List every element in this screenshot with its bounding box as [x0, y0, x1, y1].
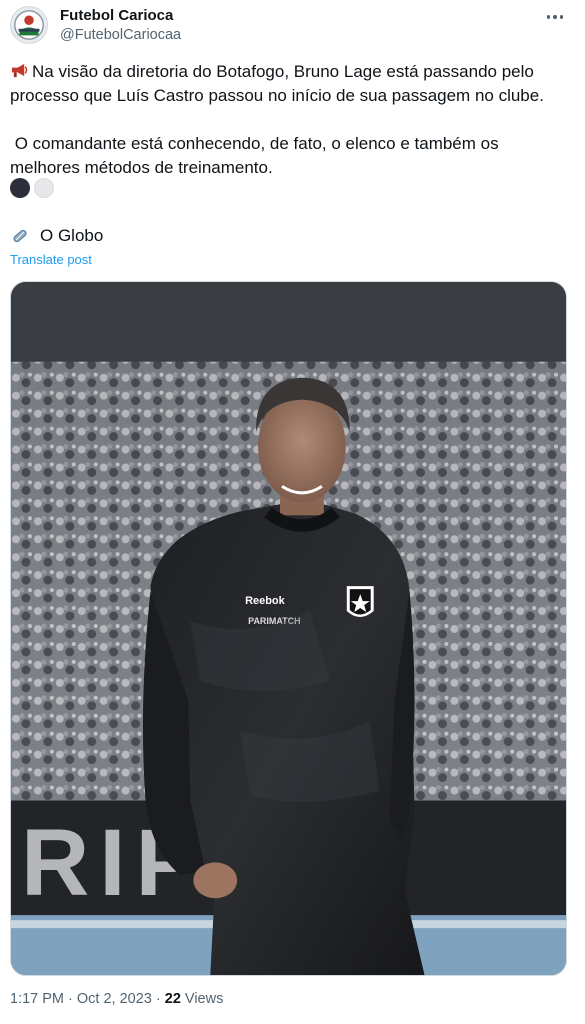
photo-image: RIPON Reebok PARIMATCH: [11, 282, 566, 975]
more-options-button[interactable]: [543, 8, 567, 26]
author-handle[interactable]: @FutebolCariocaa: [60, 27, 181, 43]
post-meta: 1:17 PM · Oct 2, 2023 · 22 Views: [10, 991, 223, 1007]
megaphone-icon: [11, 63, 28, 78]
post-date[interactable]: Oct 2, 2023: [77, 991, 152, 1007]
source-label: O Globo: [40, 226, 104, 245]
emoji-dots: [10, 178, 54, 198]
post-source: O Globo: [10, 226, 103, 246]
avatar[interactable]: [10, 6, 48, 44]
more-icon-dot: [559, 15, 564, 19]
post-text: Na visão da diretoria do Botafogo, Bruno…: [10, 60, 570, 180]
black-circle-icon: [10, 178, 30, 198]
svg-text:Reebok: Reebok: [245, 595, 285, 607]
more-icon: [546, 15, 551, 19]
white-circle-icon: [34, 178, 54, 198]
post-line-1: Na visão da diretoria do Botafogo, Bruno…: [10, 62, 544, 105]
more-icon-dot: [553, 15, 557, 19]
post-photo[interactable]: RIPON Reebok PARIMATCH: [10, 281, 567, 976]
clip-icon: [13, 229, 27, 243]
translate-post-link[interactable]: Translate post: [10, 252, 92, 267]
meta-separator: ·: [64, 991, 77, 1007]
post-time[interactable]: 1:17 PM: [10, 991, 64, 1007]
views-label: Views: [180, 991, 224, 1007]
avatar-image: [11, 7, 47, 43]
author-name[interactable]: Futebol Carioca: [60, 7, 173, 24]
meta-separator: ·: [151, 991, 165, 1007]
post-paragraph-1: Na visão da diretoria do Botafogo, Bruno…: [10, 60, 570, 108]
views-count: 22: [164, 991, 181, 1007]
post-paragraph-2: O comandante está conhecendo, de fato, o…: [10, 134, 504, 177]
tweet: Futebol Carioca @FutebolCariocaa Na visã…: [0, 0, 585, 1024]
